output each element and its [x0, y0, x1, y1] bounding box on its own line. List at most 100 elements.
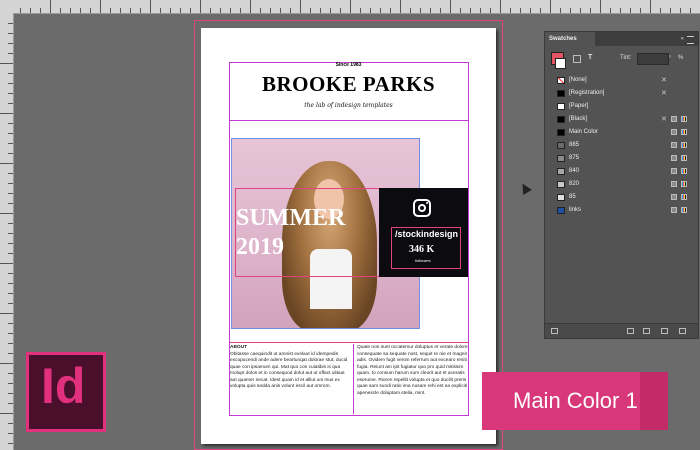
badge-text: Main Color 1 [513, 388, 638, 413]
text-formatting-button[interactable]: T [588, 54, 592, 61]
tint-percent: % [678, 55, 684, 61]
container-formatting-icon[interactable] [573, 55, 581, 63]
instagram-box[interactable]: /stockindesign 346 K followers [379, 188, 468, 277]
badge-shade [640, 372, 668, 430]
ruler-tick [8, 133, 13, 134]
cmyk-mode-icon [681, 155, 687, 161]
column-divider [353, 344, 354, 414]
folder-icon[interactable] [643, 328, 650, 334]
page-title[interactable]: BROOKE PARKS [201, 72, 496, 97]
swatches-tab[interactable]: Swatches [545, 32, 595, 46]
process-color-icon [671, 207, 677, 213]
indesign-logo-text: Id [41, 358, 86, 414]
ruler-tick [270, 8, 271, 13]
swatch-name: 885 [569, 142, 580, 148]
document-page[interactable]: Since 1983 BROOKE PARKS the lab of indes… [201, 28, 496, 444]
process-color-icon [671, 194, 677, 200]
swatch-row[interactable]: [Black] ✕ [545, 113, 698, 126]
ruler-tick [8, 283, 13, 284]
ruler-tick [8, 203, 13, 204]
ruler-tick [8, 373, 13, 374]
ruler-tick [480, 8, 481, 13]
ruler-tick [70, 8, 71, 13]
ruler-tick [160, 8, 161, 13]
ruler-tick [260, 8, 261, 13]
ruler-tick [8, 43, 13, 44]
ruler-tick [490, 8, 491, 13]
swatch-name: [Paper] [569, 103, 589, 109]
swatch-row[interactable]: 875 [545, 152, 698, 165]
ruler-tick [620, 8, 621, 13]
new-swatch-icon[interactable] [661, 328, 668, 334]
vertical-ruler[interactable] [0, 13, 14, 450]
non-editable-icon: ✕ [661, 90, 667, 97]
swatch-list: [None] ✕ [Registration] ✕ [Paper] [Black] ✕ Mai… [545, 74, 698, 217]
ruler-tick [0, 163, 13, 164]
hero-text[interactable]: SUMMER 2019 [236, 204, 345, 262]
swatch-row[interactable]: links [545, 204, 698, 217]
ruler-tick [8, 343, 13, 344]
ruler-tick [8, 103, 13, 104]
swatch-row[interactable]: 840 [545, 165, 698, 178]
ruler-tick [240, 8, 241, 13]
process-color-icon [671, 142, 677, 148]
ruler-tick [560, 8, 561, 13]
new-color-group-icon[interactable] [627, 328, 634, 334]
followers-label: followers [415, 258, 431, 263]
swatch-name: 875 [569, 155, 580, 161]
stroke-swatch[interactable] [555, 58, 566, 69]
show-swatches-icon[interactable] [551, 328, 558, 334]
swatch-row[interactable]: [None] ✕ [545, 74, 698, 87]
ruler-tick [350, 0, 351, 13]
delete-swatch-icon[interactable] [679, 328, 686, 334]
left-column-text: Obitasse caequindit ut amnist evelaut id… [230, 351, 348, 390]
ruler-tick [500, 0, 501, 13]
right-column-text: Quate non sunt occatemur doluptus et ver… [357, 345, 468, 396]
cmyk-mode-icon [681, 207, 687, 213]
tint-input[interactable] [637, 53, 669, 65]
collapse-icon[interactable]: « [681, 36, 684, 42]
ruler-tick [0, 213, 13, 214]
panel-controls: T Tint: › % [545, 46, 698, 74]
ruler-tick [540, 8, 541, 13]
swatch-row[interactable]: Main Color [545, 126, 698, 139]
ruler-tick [0, 113, 13, 114]
swatch-name: 820 [569, 181, 580, 187]
ruler-tick [320, 8, 321, 13]
swatch-row[interactable]: [Registration] ✕ [545, 87, 698, 100]
tint-dropdown-icon[interactable]: › [669, 54, 671, 60]
swatch-row[interactable]: 820 [545, 178, 698, 191]
tagline-text[interactable]: the lab of indesign templates [201, 102, 496, 109]
panel-menu-icon[interactable] [687, 36, 694, 44]
ruler-tick [580, 8, 581, 13]
since-text[interactable]: Since 1983 [201, 62, 496, 68]
swatch-row[interactable]: 885 [545, 139, 698, 152]
ruler-tick [140, 8, 141, 13]
ruler-tick [0, 363, 13, 364]
swatches-panel[interactable]: Swatches « T Tint: › % [None] ✕ [Registrat… [544, 31, 699, 339]
ruler-tick [650, 0, 651, 13]
header-divider [229, 120, 469, 121]
ruler-tick [250, 0, 251, 13]
left-text-column[interactable]: ABOUT Obitasse caequindit ut amnist evel… [230, 345, 348, 391]
ruler-tick [8, 33, 13, 34]
ruler-tick [8, 123, 13, 124]
ruler-tick [590, 8, 591, 13]
ruler-tick [8, 383, 13, 384]
swatch-row[interactable]: [Paper] [545, 100, 698, 113]
non-editable-icon: ✕ [661, 116, 667, 123]
ruler-tick [610, 8, 611, 13]
ruler-tick [8, 293, 13, 294]
swatch-row[interactable]: 85 [545, 191, 698, 204]
ruler-tick [450, 0, 451, 13]
cmyk-mode-icon [681, 168, 687, 174]
ruler-tick [220, 8, 221, 13]
mouse-pointer-icon [518, 181, 532, 195]
ruler-tick [8, 253, 13, 254]
process-color-icon [671, 181, 677, 187]
horizontal-ruler[interactable] [0, 0, 700, 14]
ruler-tick [520, 8, 521, 13]
right-text-column[interactable]: Quate non sunt occatemur doluptus et ver… [357, 345, 475, 397]
ruler-tick [660, 8, 661, 13]
ruler-tick [120, 8, 121, 13]
